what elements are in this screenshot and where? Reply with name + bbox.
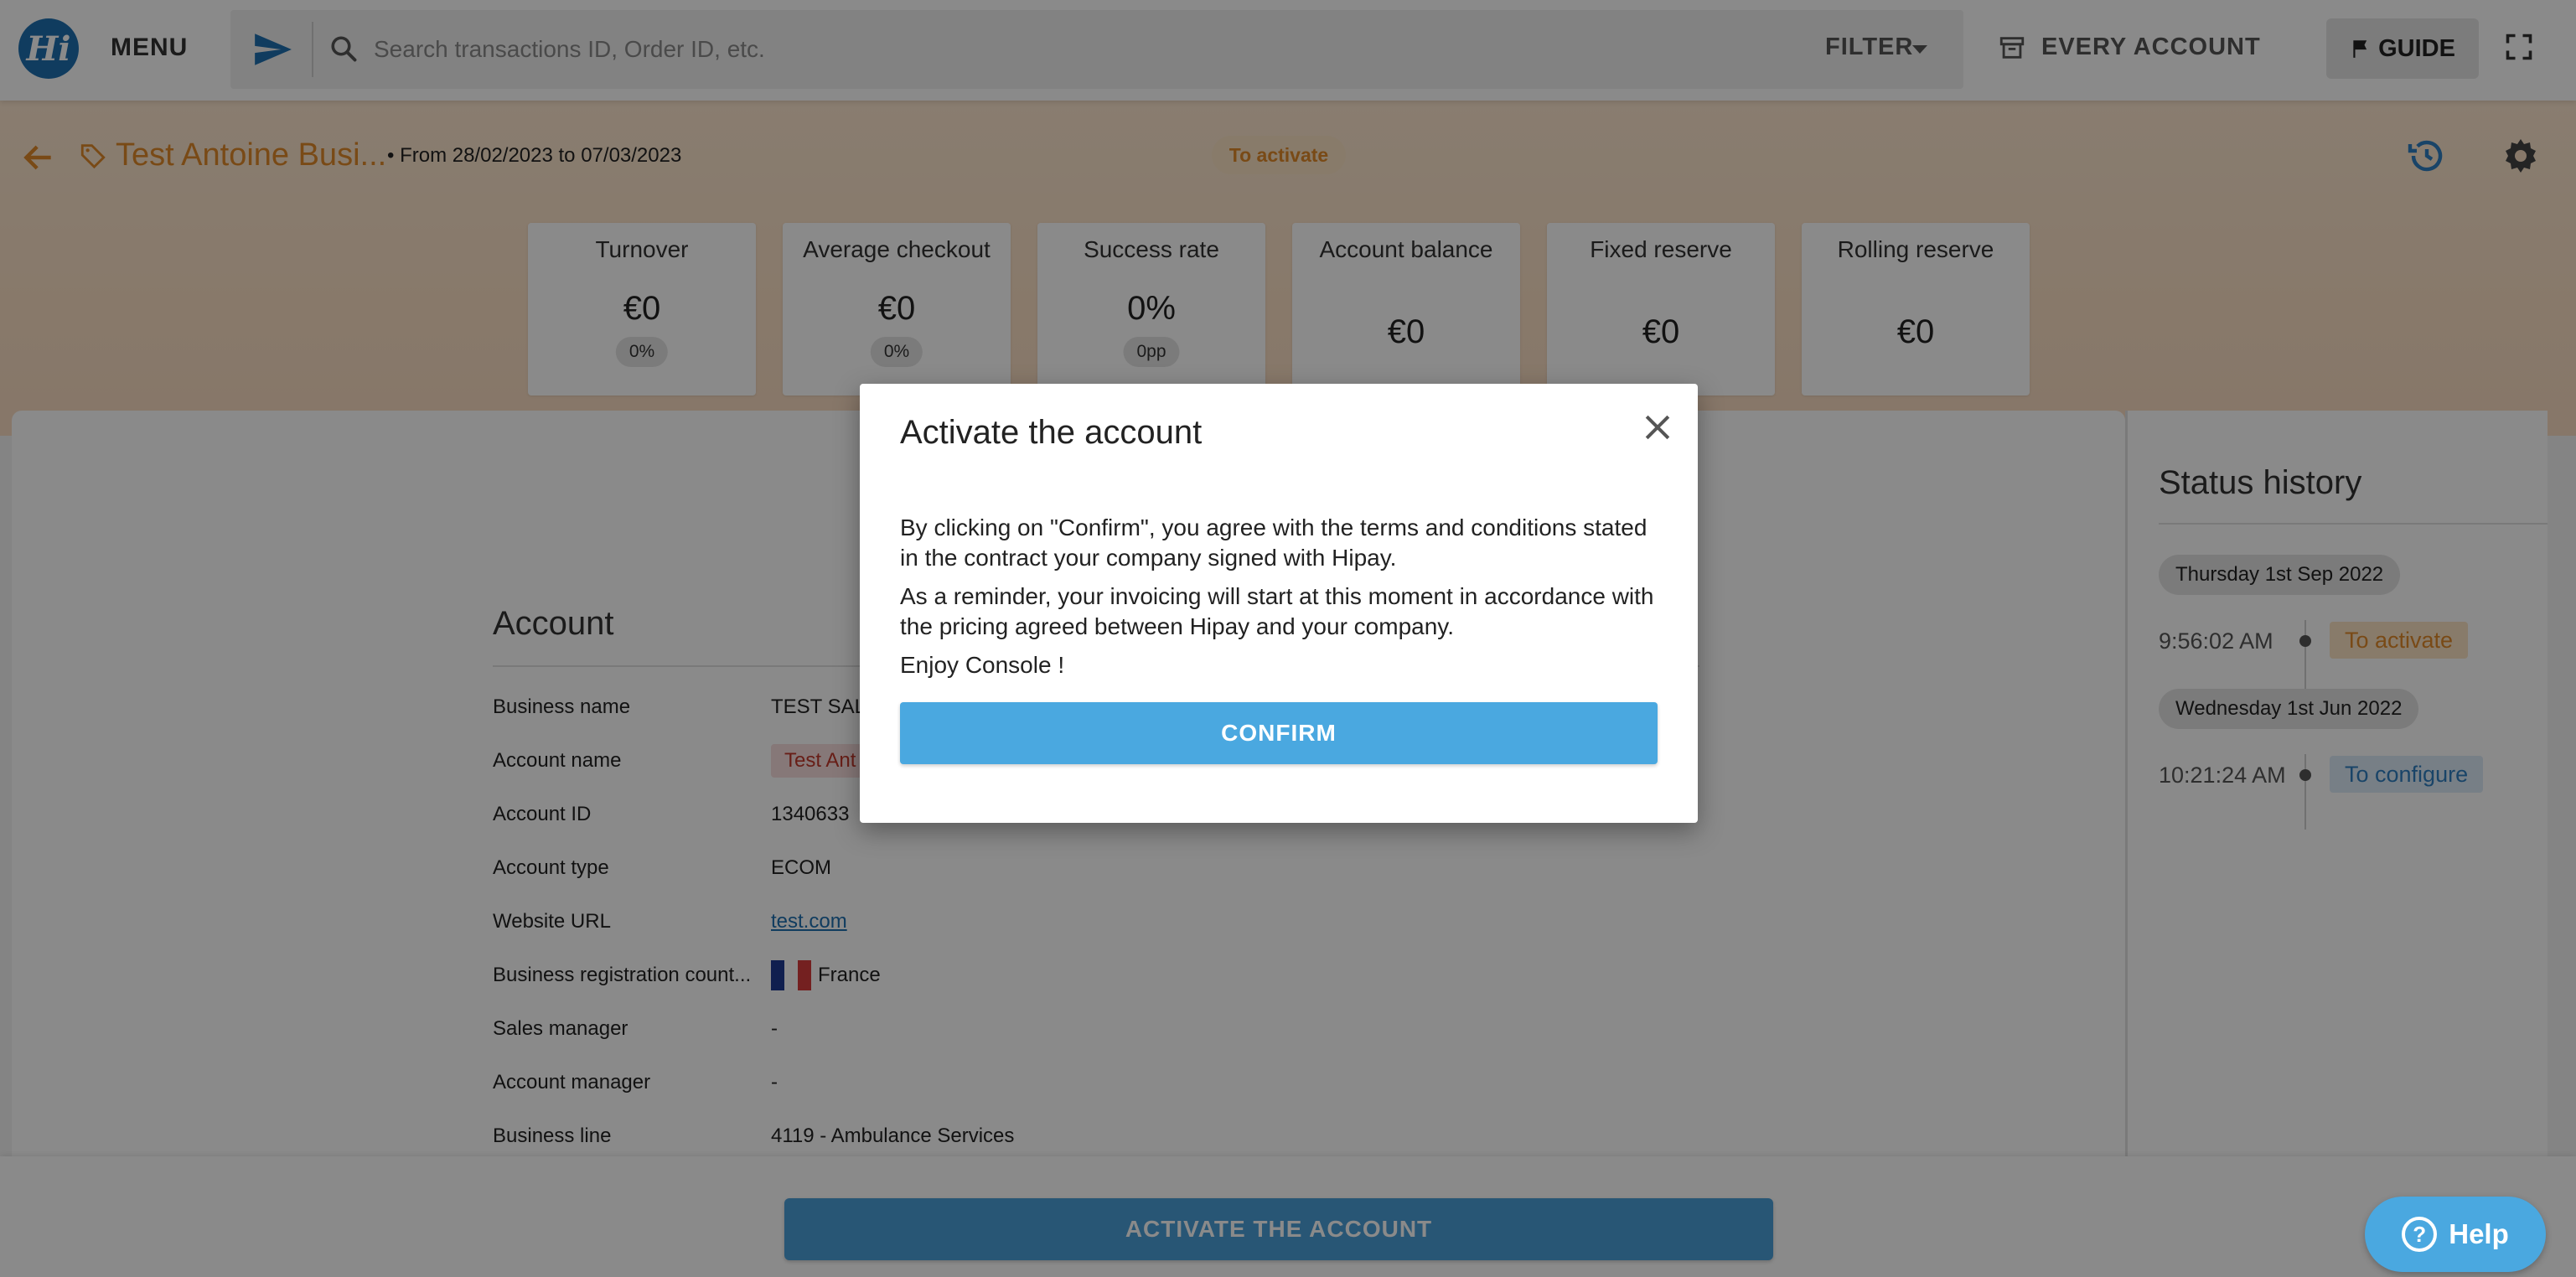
dialog-enjoy-text: Enjoy Console ! [900, 652, 1065, 678]
help-icon: ? [2402, 1217, 2438, 1252]
confirm-button[interactable]: CONFIRM [900, 702, 1658, 764]
dialog-invoicing-text: As a reminder, your invoicing will start… [900, 583, 1654, 639]
close-icon[interactable] [1639, 409, 1676, 446]
dialog-terms-text: By clicking on "Confirm", you agree with… [900, 514, 1648, 571]
dialog-title: Activate the account [900, 414, 1203, 451]
activate-account-dialog: Activate the account By clicking on "Con… [860, 384, 1698, 823]
help-button[interactable]: ? Help [2365, 1197, 2546, 1272]
help-label: Help [2449, 1218, 2509, 1249]
